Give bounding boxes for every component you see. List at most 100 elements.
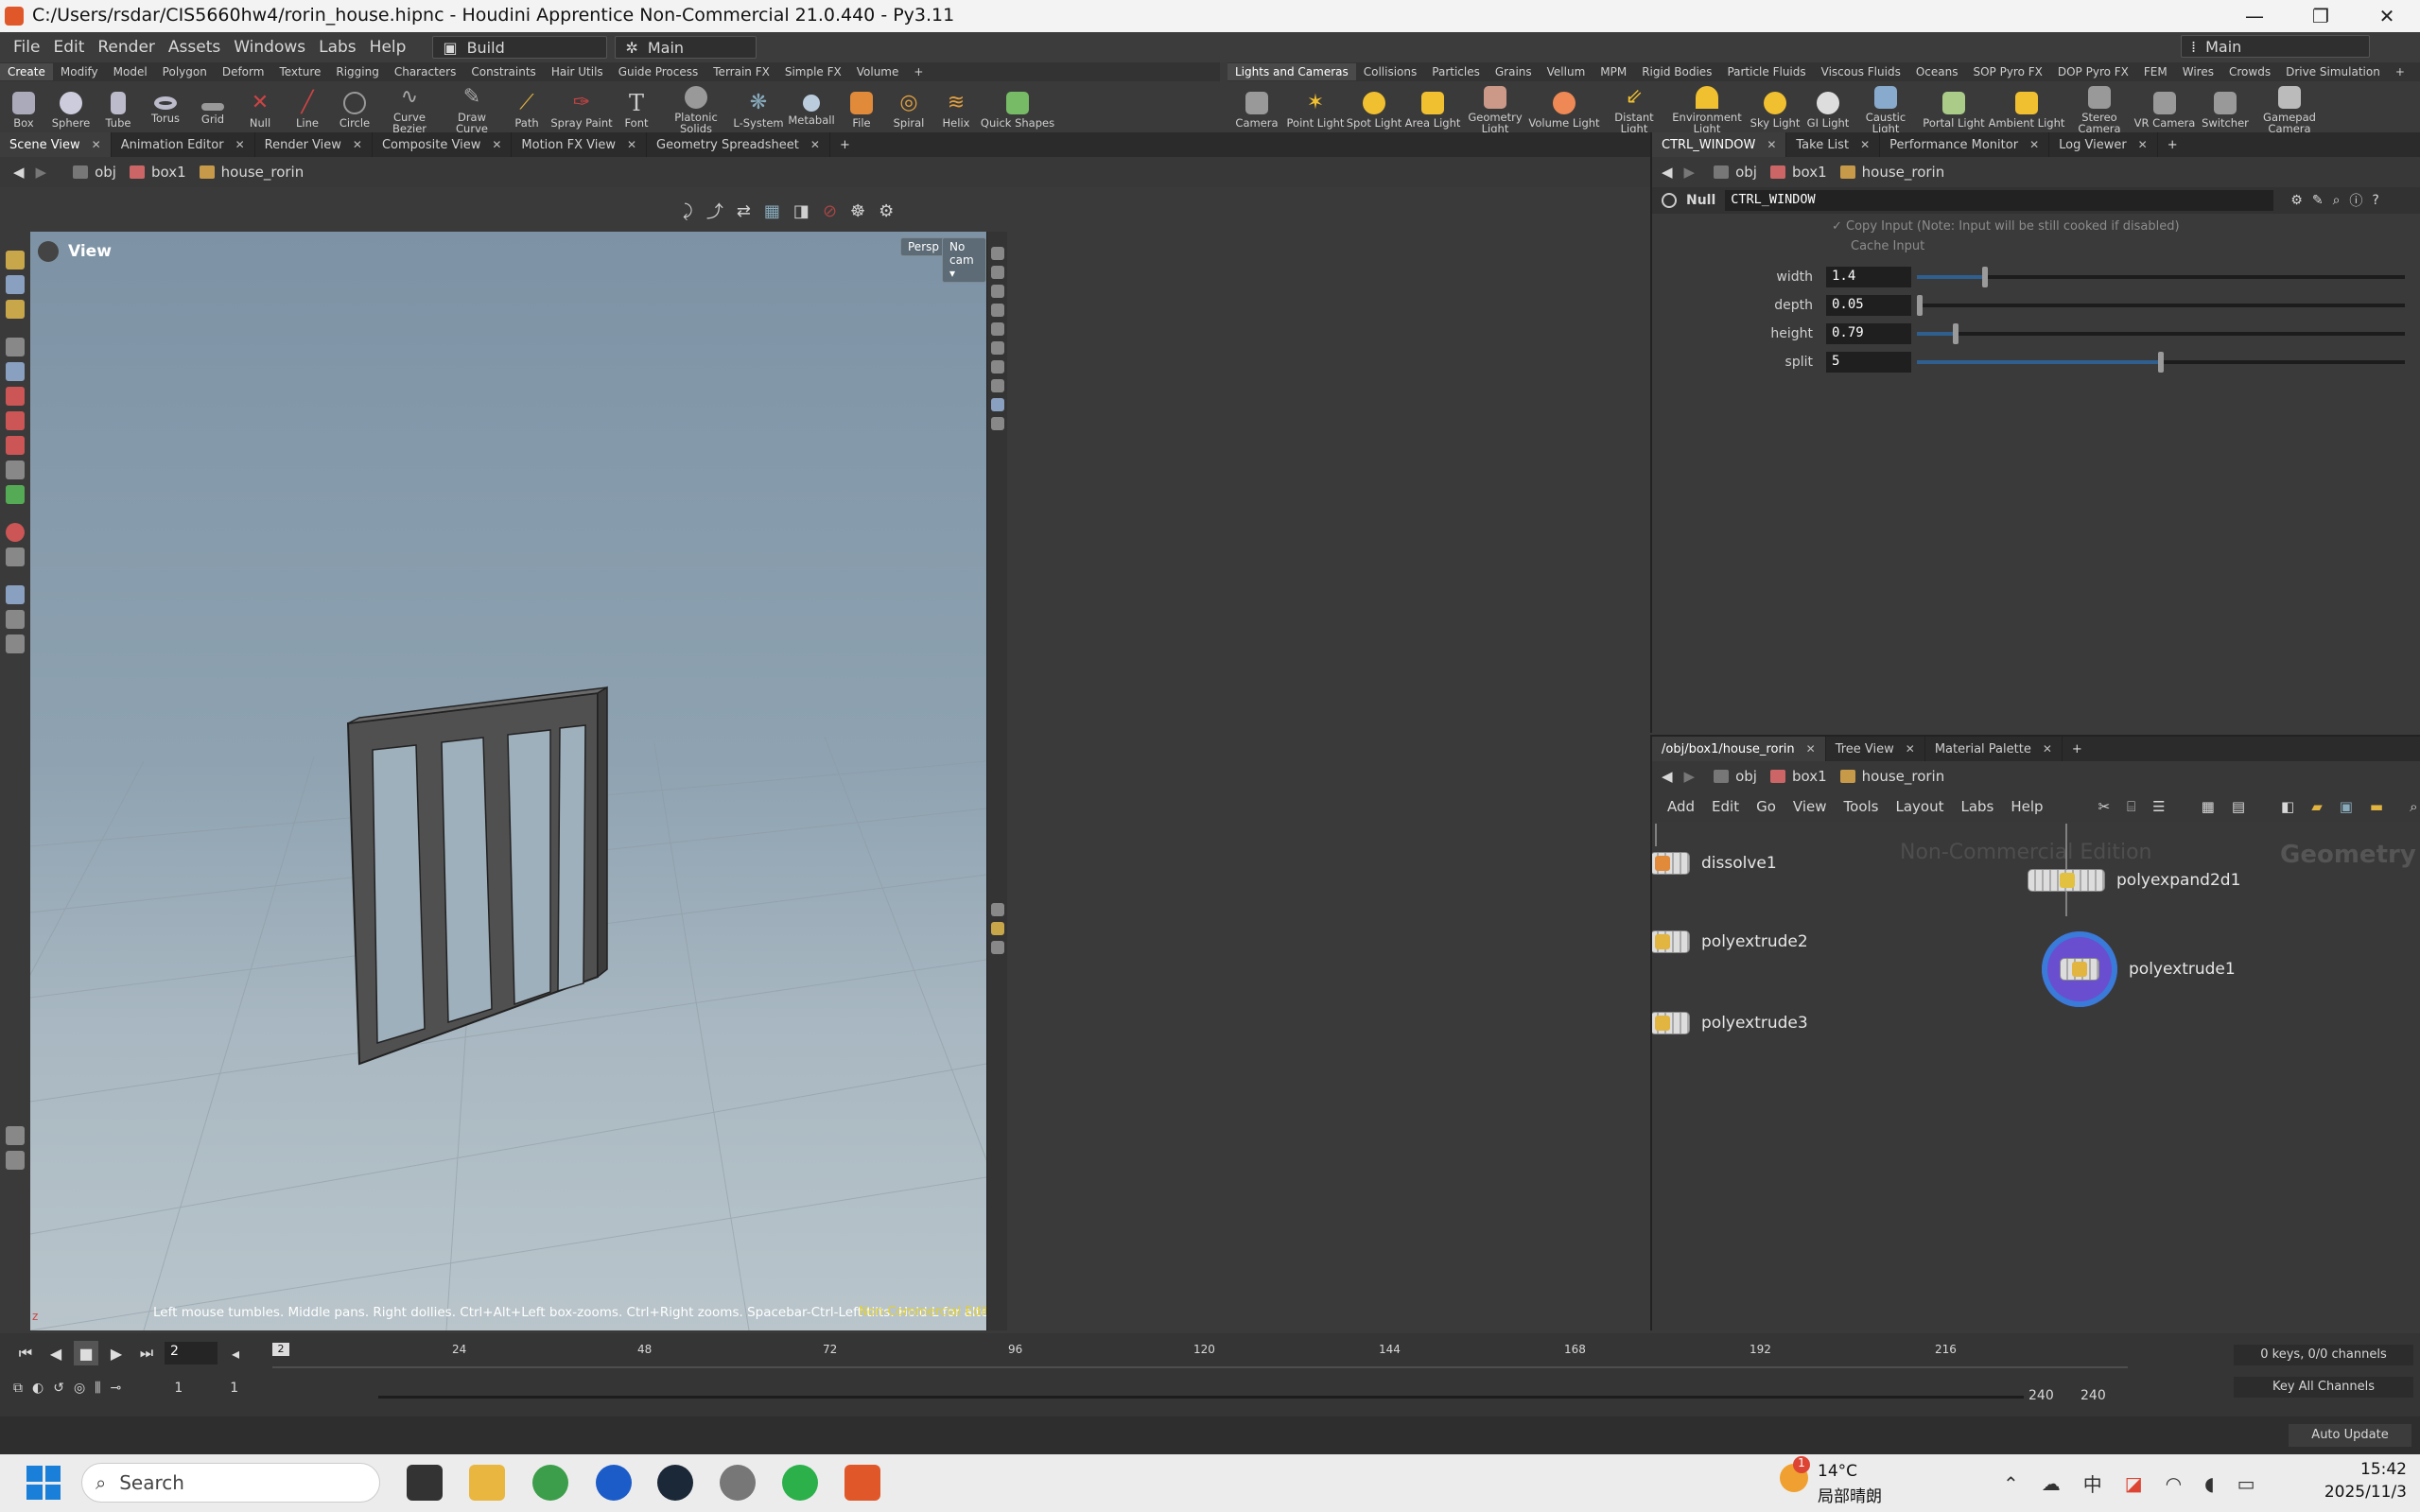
menu-edit[interactable]: Edit (53, 38, 84, 57)
battery-icon[interactable]: ▭ (2237, 1472, 2255, 1495)
range-end-field-2[interactable]: 240 (2081, 1388, 2106, 1403)
shelf-tab[interactable]: Constraints (463, 63, 543, 80)
tab-material-palette[interactable]: Material Palette ✕ (1925, 737, 2063, 761)
tool-tube[interactable]: Tube (95, 86, 142, 129)
shelf-tab[interactable]: Hair Utils (544, 63, 611, 80)
weather-temp[interactable]: 14°C (1818, 1462, 1857, 1481)
camera-tool-icon[interactable] (6, 585, 25, 604)
flipbook-icon[interactable] (6, 634, 25, 653)
close-button[interactable]: ✕ (2359, 0, 2414, 32)
visibility-icon[interactable] (990, 266, 1004, 279)
image-icon[interactable]: ▣ (2340, 798, 2353, 815)
tool-sky-light[interactable]: Sky Light (1746, 86, 1804, 129)
viewport[interactable]: View Persp ▾ No cam ▾ Left mouse tumbles… (30, 232, 986, 1330)
tool-box[interactable]: Box (0, 86, 47, 129)
width-slider[interactable] (1917, 267, 2405, 287)
tool-l-system[interactable]: ❋ L-System (732, 86, 785, 129)
node-name-field[interactable]: CTRL_WINDOW (1725, 190, 2274, 211)
lock-camera-icon[interactable] (990, 285, 1004, 298)
wireframe-icon[interactable] (990, 341, 1004, 355)
wifi-icon[interactable]: ◠ (2166, 1472, 2182, 1495)
tool-ambient-light[interactable]: Ambient Light (1988, 86, 2065, 129)
menu-help[interactable]: Help (2011, 798, 2043, 815)
jump-start-icon[interactable]: ⏮ (13, 1341, 38, 1365)
background-icon[interactable] (990, 417, 1004, 430)
step-back-icon[interactable]: ◂ (223, 1341, 248, 1365)
auto-update-button[interactable]: Auto Update (2289, 1424, 2411, 1447)
shelf-tab[interactable]: Characters (387, 63, 464, 80)
select-groups-icon[interactable]: ⤴ (706, 199, 723, 223)
frame-marker[interactable]: 2 (272, 1343, 289, 1356)
tool-vr-camera[interactable]: VR Camera (2133, 86, 2196, 129)
brush-icon[interactable] (6, 485, 25, 504)
settings-gear-icon[interactable]: ⚙ (879, 201, 894, 221)
houdini-icon[interactable] (844, 1465, 880, 1501)
search-icon[interactable]: ⌕ (2333, 193, 2341, 208)
breadcrumb-box1[interactable]: box1 (129, 164, 186, 181)
shelf-tab[interactable]: Rigid Bodies (1634, 63, 1719, 80)
radial-menu-selector[interactable]: ✲ Main (615, 36, 757, 59)
question-icon[interactable]: ? (2372, 193, 2378, 208)
play-icon[interactable]: ▶ (104, 1341, 129, 1365)
tool-point-light[interactable]: ✶ Point Light (1286, 86, 1345, 129)
shelf-tab[interactable]: Wires (2175, 63, 2221, 80)
shelf-tab[interactable]: Crowds (2221, 63, 2278, 80)
normals-icon[interactable] (990, 379, 1004, 392)
range-end-field[interactable]: 240 (2028, 1388, 2054, 1403)
range-start-field-2[interactable]: 1 (230, 1381, 238, 1396)
depth-slider[interactable] (1916, 295, 2405, 316)
maximize-button[interactable]: ❐ (2293, 0, 2348, 32)
shelf-tab[interactable]: Drive Simulation (2278, 63, 2388, 80)
menu-render[interactable]: Render (97, 38, 155, 57)
shelf-tab[interactable]: Terrain FX (705, 63, 777, 80)
shelf-tab[interactable]: Model (106, 63, 155, 80)
tree-icon[interactable]: ⌸ (2127, 798, 2135, 815)
shelf-tab[interactable]: Oceans (1908, 63, 1966, 80)
current-frame-field[interactable]: 2 (165, 1342, 218, 1364)
range-slider[interactable] (378, 1396, 2024, 1399)
add-tab-icon[interactable]: + (906, 63, 931, 80)
windows-start-icon[interactable] (26, 1466, 61, 1500)
node-polyextrude1[interactable]: polyextrude1 (2042, 931, 2236, 1007)
home-icon[interactable] (6, 1126, 25, 1145)
tool-geometry-light[interactable]: Geometry Light (1462, 80, 1528, 134)
tool-gi-light[interactable]: GI Light (1804, 86, 1852, 129)
tool-circle[interactable]: Circle (331, 86, 378, 129)
shelf-tab[interactable]: Texture (271, 63, 328, 80)
tools-icon[interactable]: ✂ (2098, 798, 2111, 815)
tool-switcher[interactable]: Switcher (2196, 86, 2255, 129)
rotate-tool-icon[interactable] (6, 411, 25, 430)
shelf-tab[interactable]: Volume (849, 63, 907, 80)
width-field[interactable]: 1.4 (1826, 267, 1911, 287)
selection-mode-icon[interactable]: ⤸ (683, 201, 693, 221)
handle-tool-icon[interactable] (6, 275, 25, 294)
realtime-icon[interactable]: ⧉ (13, 1381, 23, 1396)
breadcrumb-house-rorin[interactable]: house_rorin (1839, 164, 1944, 181)
forward-icon[interactable]: ▶ (1684, 164, 1696, 181)
tab-scene-view[interactable]: Scene View ✕ (0, 132, 112, 157)
node-polyexpand2d1[interactable]: polyexpand2d1 (2028, 869, 2240, 892)
tool-font[interactable]: T Font (613, 86, 660, 129)
menu-labs[interactable]: Labs (1960, 798, 1993, 815)
shelf-tab[interactable]: Deform (215, 63, 272, 80)
cache-input-toggle[interactable]: Cache Input (1652, 239, 2420, 253)
tool-camera[interactable]: Camera (1227, 86, 1286, 129)
view-menu-icon[interactable] (38, 241, 59, 262)
forward-icon[interactable]: ▶ (36, 164, 47, 181)
taskbar-search[interactable]: ⌕ Search (81, 1463, 380, 1503)
tool-draw-curve[interactable]: ✎ Draw Curve (441, 80, 503, 134)
tool-volume-light[interactable]: Volume Light (1528, 86, 1600, 129)
steam-icon[interactable] (657, 1465, 693, 1501)
tool-sphere[interactable]: Sphere (47, 86, 95, 129)
breadcrumb-obj[interactable]: obj (1714, 768, 1757, 785)
tab-performance-monitor[interactable]: Performance Monitor ✕ (1880, 132, 2050, 157)
shelf-tab[interactable]: SOP Pyro FX (1965, 63, 2049, 80)
tool-environment-light[interactable]: Environment Light (1668, 80, 1746, 134)
shelf-tab[interactable]: MPM (1593, 63, 1634, 80)
tab-animation-editor[interactable]: Animation Editor ✕ (112, 132, 255, 157)
note-icon[interactable]: ▰ (2311, 798, 2323, 815)
camera-menu[interactable]: No cam ▾ (942, 237, 986, 283)
node-polyextrude3[interactable]: polyextrude3 (1652, 1012, 1808, 1034)
menu-labs[interactable]: Labs (319, 38, 357, 57)
tool-portal-light[interactable]: Portal Light (1920, 86, 1988, 129)
